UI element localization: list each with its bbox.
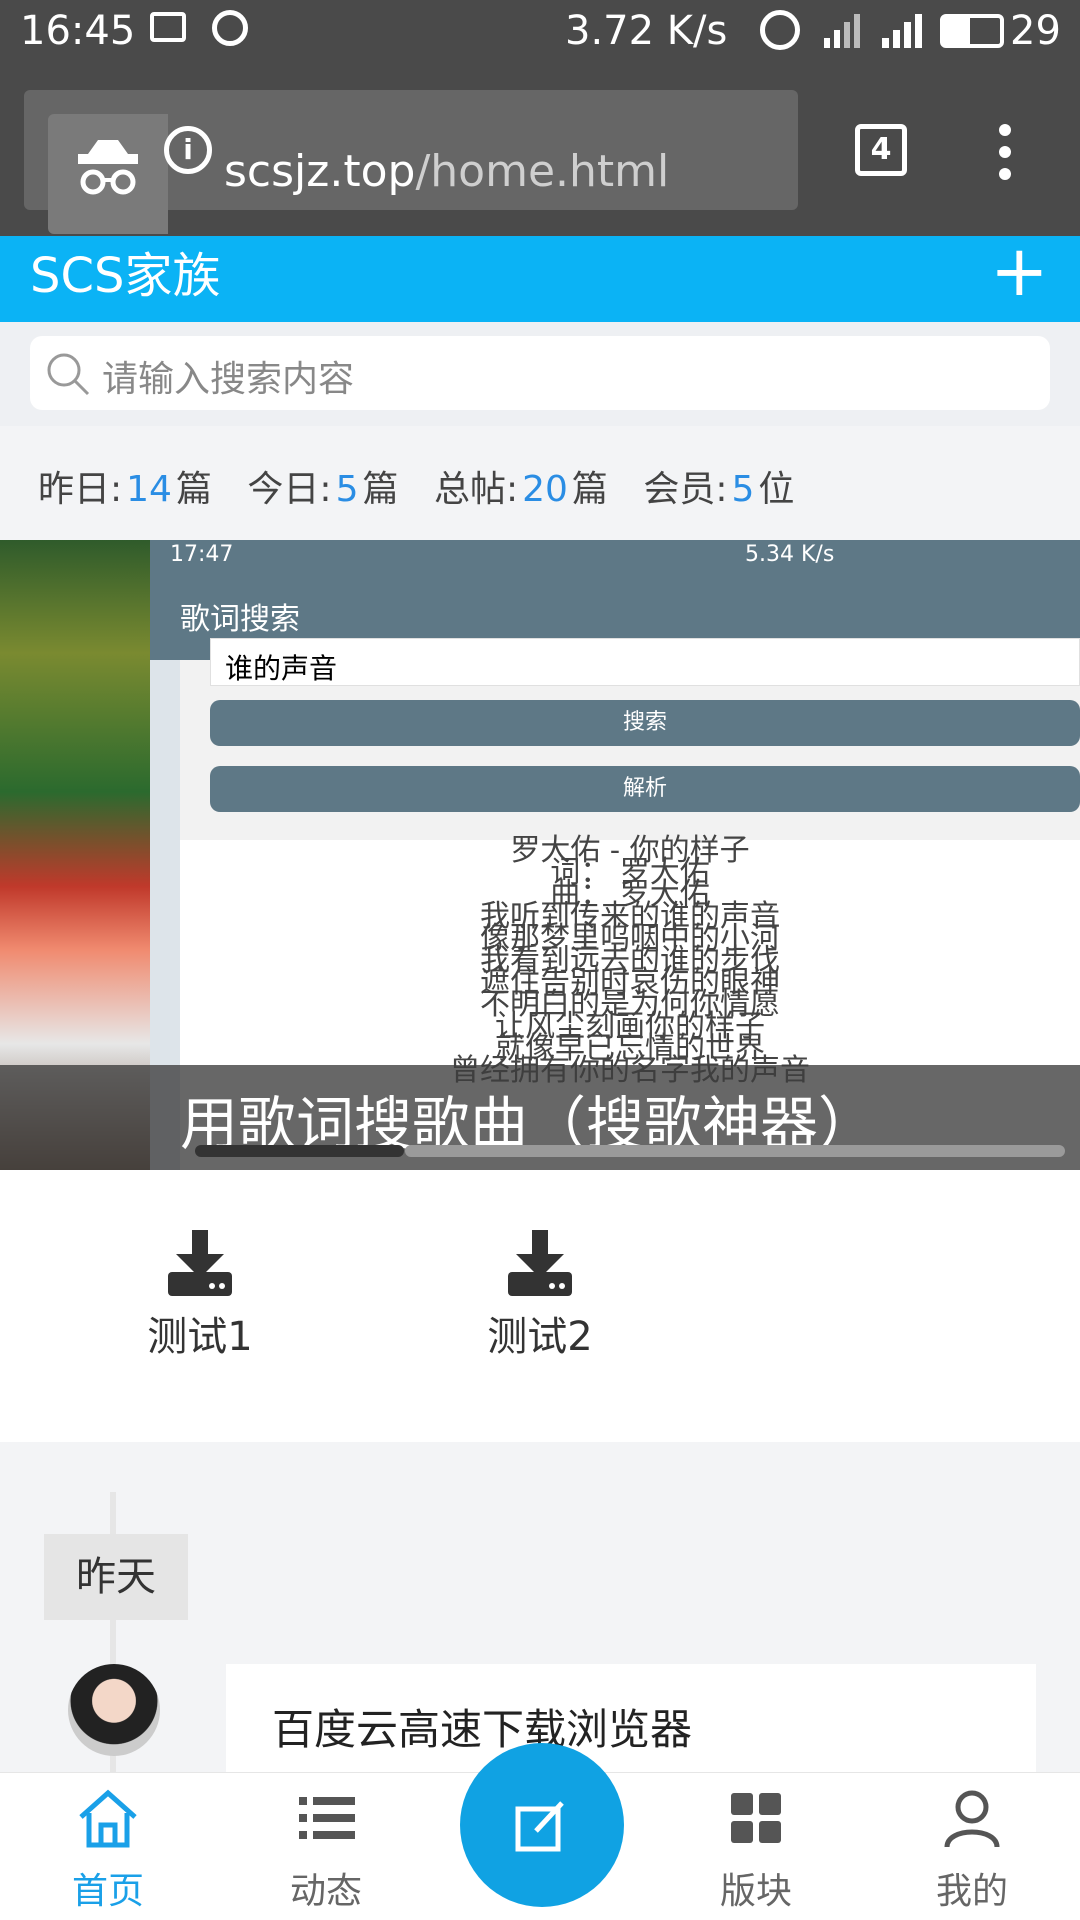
nav-sections[interactable]: 版块 bbox=[676, 1783, 836, 1914]
compose-button[interactable] bbox=[460, 1743, 624, 1907]
download-icon bbox=[508, 1230, 572, 1296]
nav-home[interactable]: 首页 bbox=[28, 1783, 188, 1914]
alarm-icon bbox=[760, 10, 800, 50]
banner-screenshot-time: 17:47 bbox=[170, 542, 234, 567]
shortcuts-panel: 测试1 测试2 bbox=[0, 1170, 1080, 1442]
add-icon[interactable]: + bbox=[990, 230, 1049, 312]
banner-screenshot-parse-button: 解析 bbox=[210, 766, 1080, 812]
browser-toolbar: i scsjz.top/home.html 4 bbox=[0, 66, 1080, 236]
compose-icon bbox=[515, 1801, 564, 1852]
gallery-icon bbox=[150, 12, 186, 42]
status-bar: 16:45 3.72 K/s 29 bbox=[0, 0, 1080, 66]
search-section: 请输入搜索内容 bbox=[0, 322, 1080, 426]
banner-screenshot-statusbar: 17:47 5.34 K/s bbox=[150, 540, 1080, 574]
search-placeholder: 请输入搜索内容 bbox=[102, 359, 355, 400]
home-icon bbox=[79, 1789, 137, 1848]
banner-progress-track bbox=[405, 1145, 1065, 1157]
shortcut-label: 测试1 bbox=[147, 1314, 253, 1360]
stat-total: 总帖: 20 篇 bbox=[433, 469, 608, 510]
shortcut-label: 测试2 bbox=[487, 1314, 593, 1360]
url-text[interactable]: scsjz.top/home.html bbox=[224, 146, 669, 197]
app-title: SCS家族 bbox=[30, 248, 221, 304]
stat-members: 会员: 5 位 bbox=[643, 469, 795, 510]
post-title: 百度云高速下载浏览器 bbox=[272, 1705, 693, 1754]
nav-label: 我的 bbox=[935, 1871, 1008, 1912]
banner-carousel[interactable]: 17:47 5.34 K/s 歌词搜索 谁的声音 搜索 解析 罗大佑 - 你的样… bbox=[0, 540, 1080, 1170]
overflow-menu-icon[interactable] bbox=[995, 122, 1015, 186]
battery-icon bbox=[940, 14, 1004, 48]
tab-switcher-button[interactable]: 4 bbox=[855, 124, 907, 176]
stat-today: 今日: 5 篇 bbox=[247, 469, 399, 510]
nav-activity[interactable]: 动态 bbox=[246, 1783, 406, 1914]
timeline-day-label: 昨天 bbox=[44, 1534, 188, 1620]
banner-screenshot-title: 歌词搜索 bbox=[180, 602, 300, 637]
nav-label: 动态 bbox=[289, 1871, 362, 1912]
search-input[interactable]: 请输入搜索内容 bbox=[30, 336, 1050, 410]
bottom-nav: 首页 动态 版块 我的 bbox=[0, 1743, 1080, 1920]
chrome-icon bbox=[212, 10, 248, 46]
banner-screenshot-speed: 5.34 K/s bbox=[745, 542, 835, 567]
address-bar[interactable]: i scsjz.top/home.html bbox=[24, 90, 798, 234]
search-icon bbox=[47, 353, 90, 396]
list-icon bbox=[299, 1797, 355, 1839]
stat-yesterday: 昨日: 14 篇 bbox=[38, 469, 212, 510]
nav-label: 首页 bbox=[71, 1871, 144, 1912]
stats-row: 昨日: 14 篇 今日: 5 篇 总帖: 20 篇 会员: 5 位 bbox=[38, 460, 802, 512]
network-speed: 3.72 K/s bbox=[565, 8, 728, 54]
avatar[interactable] bbox=[68, 1664, 160, 1756]
info-icon[interactable]: i bbox=[164, 126, 212, 174]
nav-me[interactable]: 我的 bbox=[892, 1783, 1052, 1914]
incognito-icon[interactable] bbox=[48, 114, 168, 234]
banner-screenshot-body bbox=[180, 660, 1080, 860]
banner-progress bbox=[195, 1145, 404, 1157]
url-host: scsjz.top bbox=[224, 146, 416, 197]
banner-screenshot-search-button: 搜索 bbox=[210, 700, 1080, 746]
battery-level: 29 bbox=[1010, 8, 1061, 54]
shortcut-2[interactable]: 测试2 bbox=[460, 1230, 620, 1362]
app-header: SCS家族 + bbox=[0, 230, 1080, 322]
url-path: /home.html bbox=[415, 146, 670, 197]
signal-4g-icon bbox=[822, 12, 866, 50]
shortcut-1[interactable]: 测试1 bbox=[120, 1230, 280, 1362]
user-icon bbox=[944, 1790, 1000, 1848]
nav-label: 版块 bbox=[719, 1871, 792, 1912]
download-icon bbox=[168, 1230, 232, 1296]
signal-icon bbox=[880, 12, 932, 50]
banner-screenshot-input: 谁的声音 bbox=[210, 638, 1080, 686]
status-time: 16:45 bbox=[20, 8, 136, 54]
grid-icon bbox=[731, 1793, 781, 1843]
timeline: 昨天 百度云高速下载浏览器 bbox=[0, 1442, 1080, 1794]
